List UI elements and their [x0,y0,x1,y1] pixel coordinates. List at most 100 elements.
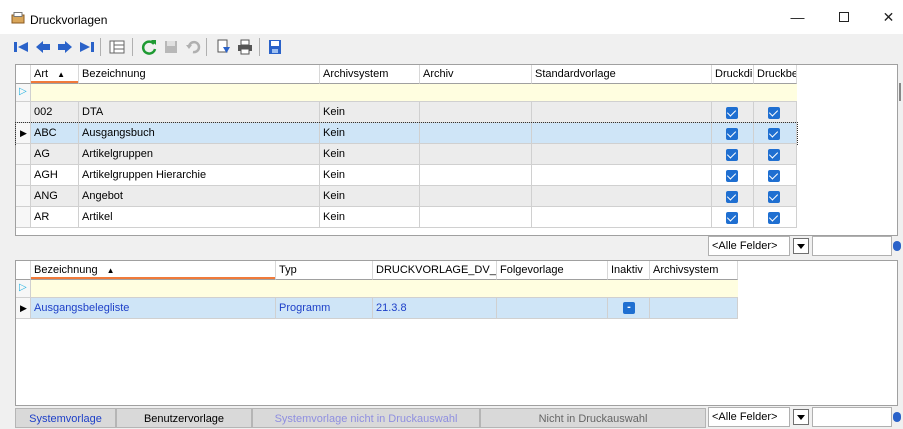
checkbox-druckbe[interactable] [768,128,780,140]
checkbox-druckbe[interactable] [768,107,780,119]
cell-archivsystem[interactable]: Kein [320,165,420,185]
checkbox-druckdi[interactable] [726,149,738,161]
top-search-input[interactable] [812,236,892,256]
table-row[interactable]: AR Artikel Kein [16,207,797,228]
table-row[interactable]: ANG Angebot Kein [16,186,797,207]
top-field-filter[interactable]: <Alle Felder> [708,236,790,256]
cell-standardvorlage[interactable] [532,102,712,122]
cell-druckvorlage-dv[interactable]: 21.3.8 [373,298,497,318]
column-header-inaktiv[interactable]: Inaktiv [608,261,650,280]
cell-checkbox-druckbe[interactable] [754,207,797,227]
list-view-button[interactable] [108,38,126,56]
table-row[interactable]: AG Artikelgruppen Kein [16,144,797,165]
new-record-row[interactable]: ▷ [16,280,738,298]
cell-bezeichnung[interactable]: Ausgangsbuch [79,123,320,143]
bottom-filter-dropdown-button[interactable] [793,409,809,425]
last-record-button[interactable] [78,38,96,56]
column-header-art[interactable]: Art ▲ [31,65,79,84]
cell-checkbox-druckbe[interactable] [754,123,797,143]
cell-archiv[interactable] [420,144,532,164]
cell-checkbox-druckdi[interactable] [712,144,754,164]
floppy-button[interactable] [266,38,284,56]
cell-art[interactable]: AR [31,207,79,227]
column-header-bezeichnung[interactable]: Bezeichnung ▲ [31,261,276,280]
table-row[interactable]: ▶ Ausgangsbelegliste Programm 21.3.8 - [16,298,738,319]
cell-archivsystem[interactable]: Kein [320,144,420,164]
top-filter-dropdown-button[interactable] [793,238,809,254]
first-record-button[interactable] [12,38,30,56]
import-button[interactable] [214,38,232,56]
cell-checkbox-druckdi[interactable] [712,102,754,122]
next-record-button[interactable] [56,38,74,56]
table-row[interactable]: ▶ ABC Ausgangsbuch Kein [15,122,798,145]
cell-standardvorlage[interactable] [532,207,712,227]
cell-archivsystem[interactable]: Kein [320,123,420,143]
maximize-button[interactable] [821,0,866,34]
cell-archiv[interactable] [420,186,532,206]
cell-archivsystem[interactable]: Kein [320,207,420,227]
cell-standardvorlage[interactable] [532,165,712,185]
column-header-archiv[interactable]: Archiv [420,65,532,84]
cell-checkbox-druckdi[interactable] [712,207,754,227]
column-header-typ[interactable]: Typ [276,261,373,280]
cell-art[interactable]: AG [31,144,79,164]
column-header-druckvorlage-dv[interactable]: DRUCKVORLAGE_DV_F [373,261,497,280]
bottom-field-filter[interactable]: <Alle Felder> [708,407,790,427]
column-header-bezeichnung[interactable]: Bezeichnung [79,65,320,84]
cell-checkbox-druckbe[interactable] [754,186,797,206]
checkbox-druckdi[interactable] [726,191,738,203]
indeterminate-checkbox[interactable]: - [623,301,635,314]
druckvorlagen-grid[interactable]: Art ▲ Bezeichnung Archivsystem Archiv St… [15,64,901,236]
search-icon[interactable] [893,412,901,422]
print-button[interactable] [236,38,254,56]
cell-checkbox-druckbe[interactable] [754,102,797,122]
minimize-button[interactable]: — [775,0,820,34]
table-row[interactable]: AGH Artikelgruppen Hierarchie Kein [16,165,797,186]
cell-checkbox-druckdi[interactable] [712,123,754,143]
checkbox-druckdi[interactable] [726,170,738,182]
cell-archivsystem[interactable] [650,298,738,318]
column-header-druckdi[interactable]: Druckdi [712,65,754,84]
cell-standardvorlage[interactable] [532,123,712,143]
new-record-row[interactable]: ▷ [16,84,797,102]
cell-checkbox-druckdi[interactable] [712,186,754,206]
cell-standardvorlage[interactable] [532,186,712,206]
cell-bezeichnung[interactable]: Artikelgruppen Hierarchie [79,165,320,185]
cell-inaktiv[interactable]: - [608,298,650,318]
checkbox-druckdi[interactable] [726,107,738,119]
column-header-folgevorlage[interactable]: Folgevorlage [497,261,608,280]
cell-archivsystem[interactable]: Kein [320,186,420,206]
cell-bezeichnung[interactable]: Angebot [79,186,320,206]
bottom-search-input[interactable] [812,407,892,427]
cell-typ[interactable]: Programm [276,298,373,318]
cell-archiv[interactable] [420,165,532,185]
cell-archiv[interactable] [420,123,532,143]
checkbox-druckbe[interactable] [768,191,780,203]
cell-standardvorlage[interactable] [532,144,712,164]
cell-art[interactable]: ABC [31,123,79,143]
checkbox-druckbe[interactable] [768,149,780,161]
cell-bezeichnung[interactable]: Ausgangsbelegliste [31,298,276,318]
cell-checkbox-druckbe[interactable] [754,144,797,164]
cell-checkbox-druckdi[interactable] [712,165,754,185]
refresh-button[interactable] [140,38,158,56]
close-button[interactable]: ✕ [866,0,903,34]
column-header-archivsystem[interactable]: Archivsystem [320,65,420,84]
cell-art[interactable]: AGH [31,165,79,185]
cell-bezeichnung[interactable]: Artikel [79,207,320,227]
cell-art[interactable]: 002 [31,102,79,122]
checkbox-druckbe[interactable] [768,170,780,182]
cell-bezeichnung[interactable]: Artikelgruppen [79,144,320,164]
cell-archivsystem[interactable]: Kein [320,102,420,122]
cell-archiv[interactable] [420,207,532,227]
cell-folgevorlage[interactable] [497,298,608,318]
search-icon[interactable] [893,241,901,251]
previous-record-button[interactable] [34,38,52,56]
table-row[interactable]: 002 DTA Kein [16,102,797,123]
cell-checkbox-druckbe[interactable] [754,165,797,185]
column-header-druckbe[interactable]: Druckbe [754,65,797,84]
checkbox-druckbe[interactable] [768,212,780,224]
vorlagen-grid[interactable]: Bezeichnung ▲ Typ DRUCKVORLAGE_DV_F Folg… [15,260,898,406]
cell-art[interactable]: ANG [31,186,79,206]
scrollbar-thumb[interactable] [899,83,901,101]
